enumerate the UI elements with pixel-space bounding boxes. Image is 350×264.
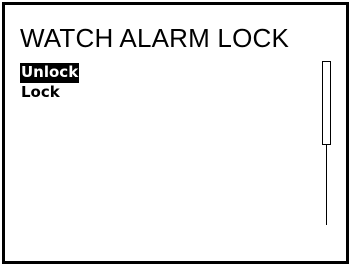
option-row-unlock: Unlock (20, 63, 80, 83)
screen-frame: WATCH ALARM LOCK Unlock Lock (2, 2, 349, 264)
option-lock[interactable]: Lock (20, 83, 79, 103)
screen-title: WATCH ALARM LOCK (20, 23, 290, 53)
option-row-lock: Lock (20, 83, 79, 103)
option-unlock[interactable]: Unlock (20, 63, 80, 83)
option-list: Unlock Lock (20, 63, 80, 103)
scrollbar-thumb[interactable] (322, 61, 331, 145)
